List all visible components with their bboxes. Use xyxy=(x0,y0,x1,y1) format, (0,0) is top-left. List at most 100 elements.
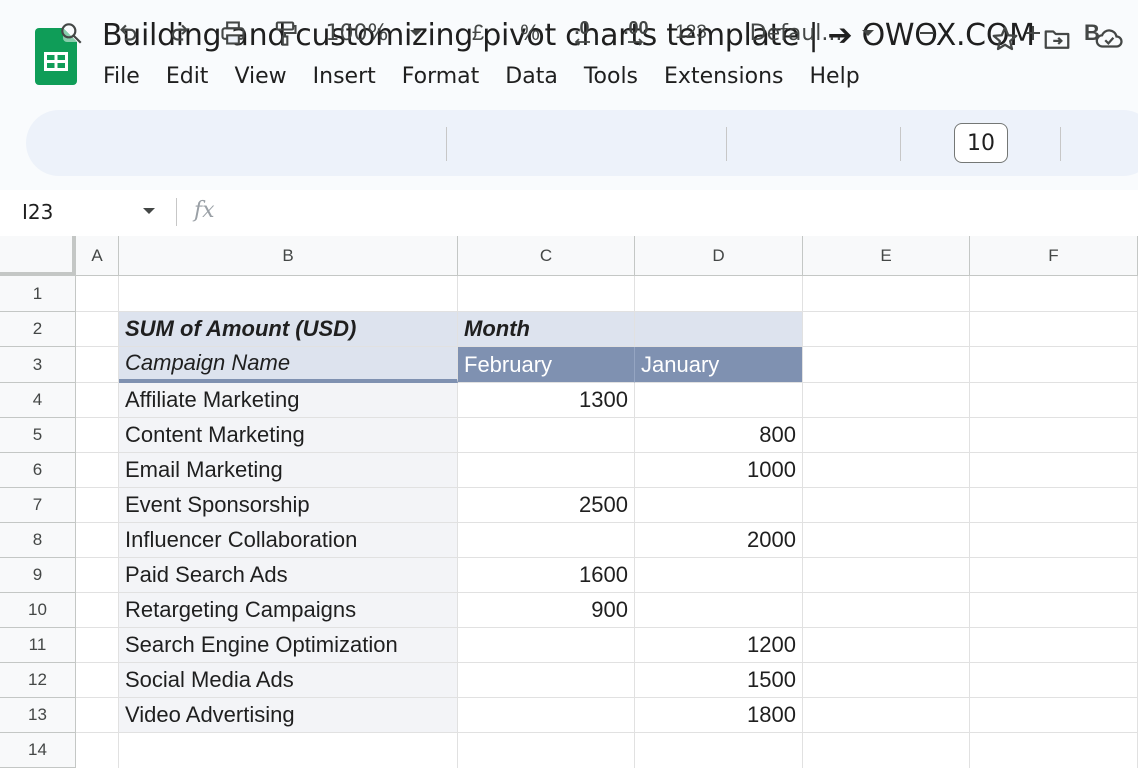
toolbar-divider xyxy=(446,127,447,161)
pivot-row-label[interactable]: Campaign Name xyxy=(119,347,458,383)
column-header-c[interactable]: C xyxy=(458,236,635,276)
column-header-d[interactable]: D xyxy=(635,236,803,276)
february-value-cell[interactable] xyxy=(458,698,635,733)
february-value-cell[interactable] xyxy=(458,663,635,698)
search-menus-icon[interactable] xyxy=(56,0,86,66)
menu-format[interactable]: Format xyxy=(402,64,480,89)
decrease-decimal-label: .0 xyxy=(574,18,590,38)
toolbar-divider xyxy=(726,127,727,161)
menu-file[interactable]: File xyxy=(103,64,140,89)
decrease-font-size-icon[interactable] xyxy=(914,0,940,66)
increase-decimal-button[interactable]: .00 xyxy=(618,0,654,66)
row-header-2[interactable]: 2 xyxy=(0,312,76,347)
redo-icon[interactable] xyxy=(166,0,196,66)
undo-icon[interactable] xyxy=(112,0,142,66)
format-currency-button[interactable]: £ xyxy=(464,0,492,66)
row-header-10[interactable]: 10 xyxy=(0,593,76,628)
row-header-5[interactable]: 5 xyxy=(0,418,76,453)
row-header-9[interactable]: 9 xyxy=(0,558,76,593)
column-header-a[interactable]: A xyxy=(76,236,119,276)
february-value-cell[interactable]: 1600 xyxy=(458,558,635,593)
row-header-12[interactable]: 12 xyxy=(0,663,76,698)
font-dropdown-icon[interactable] xyxy=(856,0,880,66)
increase-font-size-icon[interactable] xyxy=(1020,0,1046,66)
february-value-cell[interactable]: 2500 xyxy=(458,488,635,523)
menu-help[interactable]: Help xyxy=(810,64,860,89)
campaign-name-cell[interactable]: Influencer Collaboration xyxy=(119,523,458,558)
format-percent-button[interactable]: % xyxy=(516,0,544,66)
row-header-3[interactable]: 3 xyxy=(0,347,76,383)
font-family-select[interactable]: Defaul... xyxy=(748,0,844,66)
formula-input[interactable] xyxy=(230,196,1130,230)
january-value-cell[interactable]: 1800 xyxy=(635,698,803,733)
row-header-4[interactable]: 4 xyxy=(0,383,76,418)
row-header-6[interactable]: 6 xyxy=(0,453,76,488)
zoom-select[interactable]: 100% xyxy=(322,0,392,66)
campaign-name-cell[interactable]: Social Media Ads xyxy=(119,663,458,698)
february-value-cell[interactable]: 900 xyxy=(458,593,635,628)
toolbar-divider xyxy=(900,127,901,161)
menu-insert[interactable]: Insert xyxy=(313,64,376,89)
column-header-f[interactable]: F xyxy=(970,236,1138,276)
column-header-e[interactable]: E xyxy=(803,236,970,276)
january-value-cell[interactable]: 1000 xyxy=(635,453,803,488)
campaign-name-cell[interactable]: Affiliate Marketing xyxy=(119,383,458,418)
pivot-column-group-label[interactable]: Month xyxy=(458,312,635,347)
menu-edit[interactable]: Edit xyxy=(166,64,209,89)
pivot-header-empty-cell[interactable] xyxy=(635,312,803,347)
arrow-right-icon xyxy=(628,38,644,46)
january-value-cell[interactable] xyxy=(635,383,803,418)
february-value-cell[interactable] xyxy=(458,523,635,558)
february-value-cell[interactable] xyxy=(458,453,635,488)
fx-icon: fx xyxy=(194,198,215,223)
february-value-cell[interactable]: 1300 xyxy=(458,383,635,418)
row-header-1[interactable]: 1 xyxy=(0,276,76,312)
month-header-january[interactable]: January xyxy=(635,347,803,383)
campaign-name-cell[interactable]: Event Sponsorship xyxy=(119,488,458,523)
more-formats-button[interactable]: 123 xyxy=(672,0,710,66)
campaign-name-cell[interactable]: Content Marketing xyxy=(119,418,458,453)
january-value-cell[interactable]: 2000 xyxy=(635,523,803,558)
menu-bar: File Edit View Insert Format Data Tools … xyxy=(103,64,886,89)
february-value-cell[interactable] xyxy=(458,418,635,453)
decrease-decimal-button[interactable]: .0 xyxy=(566,0,598,66)
campaign-name-cell[interactable]: Email Marketing xyxy=(119,453,458,488)
january-value-cell[interactable] xyxy=(635,593,803,628)
row-header-14[interactable]: 14 xyxy=(0,733,76,768)
font-size-input[interactable]: 10 xyxy=(954,123,1008,163)
january-value-cell[interactable] xyxy=(635,488,803,523)
zoom-dropdown-icon[interactable] xyxy=(404,0,428,66)
menu-data[interactable]: Data xyxy=(505,64,558,89)
paint-format-icon[interactable] xyxy=(270,0,300,66)
row-header-8[interactable]: 8 xyxy=(0,523,76,558)
campaign-name-cell[interactable]: Search Engine Optimization xyxy=(119,628,458,663)
bold-button[interactable]: B xyxy=(1078,0,1106,66)
january-value-cell[interactable] xyxy=(635,558,803,593)
february-value-cell[interactable] xyxy=(458,628,635,663)
row-header-11[interactable]: 11 xyxy=(0,628,76,663)
toolbar-divider xyxy=(1060,127,1061,161)
january-value-cell[interactable]: 1200 xyxy=(635,628,803,663)
star-icon[interactable] xyxy=(990,24,1020,54)
move-to-folder-icon[interactable] xyxy=(1042,24,1072,54)
menu-tools[interactable]: Tools xyxy=(584,64,638,89)
menu-view[interactable]: View xyxy=(234,64,286,89)
row-header-7[interactable]: 7 xyxy=(0,488,76,523)
campaign-name-cell[interactable]: Retargeting Campaigns xyxy=(119,593,458,628)
print-icon[interactable] xyxy=(218,0,248,66)
name-box-dropdown-icon[interactable] xyxy=(142,206,156,216)
january-value-cell[interactable]: 800 xyxy=(635,418,803,453)
column-header-b[interactable]: B xyxy=(119,236,458,276)
campaign-name-cell[interactable]: Paid Search Ads xyxy=(119,558,458,593)
arrow-left-icon xyxy=(574,38,590,46)
select-all-corner[interactable] xyxy=(0,236,76,276)
pivot-value-label[interactable]: SUM of Amount (USD) xyxy=(119,312,458,347)
january-value-cell[interactable]: 1500 xyxy=(635,663,803,698)
name-box[interactable]: I23 xyxy=(22,200,53,224)
campaign-name-cell[interactable]: Video Advertising xyxy=(119,698,458,733)
menu-extensions[interactable]: Extensions xyxy=(664,64,783,89)
month-header-february[interactable]: February xyxy=(458,347,635,383)
increase-decimal-label: .00 xyxy=(623,18,649,38)
row-header-13[interactable]: 13 xyxy=(0,698,76,733)
formula-divider xyxy=(176,198,177,226)
